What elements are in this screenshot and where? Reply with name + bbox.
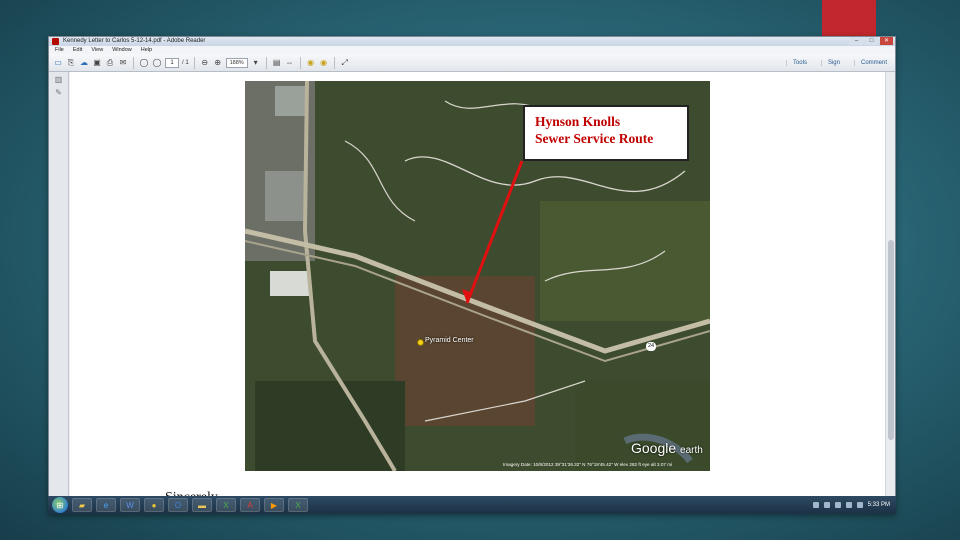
windows-taskbar: ⊞ ▰ e W ● O ▬ X A ▶ X 5:33 PM bbox=[48, 496, 896, 514]
google-earth-logo: Google earth bbox=[631, 440, 703, 456]
tray-icon[interactable] bbox=[812, 502, 819, 508]
accent-tab bbox=[822, 0, 876, 38]
comment-icon[interactable]: ◉ bbox=[306, 58, 316, 68]
toolbar: ▭ ⎘ ☁ ▣ ⎙ ✉ ◯ ◯ 1 / 1 ⊖ ⊕ 188% ▾ ▤ ⇔ ◉ ◉… bbox=[49, 54, 895, 72]
location-pin-icon bbox=[417, 339, 424, 346]
attachment-icon[interactable]: ✎ bbox=[54, 88, 64, 98]
earth-logo-text: earth bbox=[680, 445, 703, 456]
page-number-input[interactable]: 1 bbox=[165, 57, 179, 68]
toolbar-divider bbox=[299, 56, 301, 69]
fit-page-icon[interactable]: ▤ bbox=[272, 58, 282, 68]
adobe-reader-icon bbox=[52, 38, 59, 45]
start-button[interactable]: ⊞ bbox=[52, 497, 68, 513]
tray-icon[interactable] bbox=[823, 502, 830, 508]
fit-width-icon[interactable]: ⇔ bbox=[285, 58, 295, 68]
google-logo-text: Google bbox=[631, 440, 677, 456]
imagery-info: Imagery Date: 10/6/2012 39°31'36.32" N 7… bbox=[503, 462, 673, 467]
toolbar-divider bbox=[193, 56, 195, 69]
menu-view[interactable]: View bbox=[91, 46, 103, 54]
save-icon[interactable]: ▣ bbox=[92, 58, 102, 68]
minimize-button[interactable]: – bbox=[850, 37, 863, 45]
maximize-button[interactable]: □ bbox=[865, 37, 878, 45]
callout-title-line1: Hynson Knolls bbox=[535, 114, 621, 129]
route-callout: Hynson Knolls Sewer Service Route bbox=[523, 105, 689, 161]
word-icon[interactable]: W bbox=[120, 498, 140, 512]
open-icon[interactable]: ▭ bbox=[53, 58, 63, 68]
close-button[interactable]: ✕ bbox=[880, 37, 893, 45]
title-bar: Kennedy Letter to Carlos 5-12-14.pdf - A… bbox=[49, 37, 895, 46]
excel-icon[interactable]: X bbox=[216, 498, 236, 512]
toolbar-divider bbox=[333, 56, 335, 69]
network-icon[interactable] bbox=[845, 502, 852, 508]
zoom-in-icon[interactable]: ⊕ bbox=[213, 58, 223, 68]
acrobat-icon[interactable]: A bbox=[240, 498, 260, 512]
excel-icon-2[interactable]: X bbox=[288, 498, 308, 512]
email-icon[interactable]: ✉ bbox=[118, 58, 128, 68]
menu-help[interactable]: Help bbox=[141, 46, 152, 54]
zoom-select[interactable]: 188% bbox=[225, 57, 248, 68]
system-tray: 5:33 PM bbox=[812, 496, 890, 514]
adobe-reader-window: Kennedy Letter to Carlos 5-12-14.pdf - A… bbox=[48, 36, 896, 514]
document-page[interactable]: Hynson Knolls Sewer Service Route Pyrami… bbox=[70, 72, 885, 513]
explorer-icon[interactable]: ▰ bbox=[72, 498, 92, 512]
next-page-icon[interactable]: ◯ bbox=[152, 58, 162, 68]
tools-button[interactable]: Tools bbox=[785, 60, 807, 66]
satellite-map-image: Hynson Knolls Sewer Service Route Pyrami… bbox=[245, 81, 710, 471]
toolbar-panes: Tools Sign Comment bbox=[785, 54, 887, 72]
zoom-out-icon[interactable]: ⊖ bbox=[200, 58, 210, 68]
chrome-icon[interactable]: ● bbox=[144, 498, 164, 512]
callout-title-line2: Sewer Service Route bbox=[535, 131, 654, 146]
pages-icon[interactable]: ▥ bbox=[54, 75, 64, 85]
page-total: / 1 bbox=[182, 59, 189, 66]
chevron-down-icon[interactable]: ▾ bbox=[251, 58, 261, 68]
window-controls: – □ ✕ bbox=[850, 37, 893, 45]
folder-icon[interactable]: ▬ bbox=[192, 498, 212, 512]
ie-icon[interactable]: e bbox=[96, 498, 116, 512]
print-icon[interactable]: ⎙ bbox=[105, 58, 115, 68]
window-title: Kennedy Letter to Carlos 5-12-14.pdf - A… bbox=[63, 38, 206, 44]
menu-edit[interactable]: Edit bbox=[73, 46, 82, 54]
comment-button[interactable]: Comment bbox=[853, 60, 887, 66]
volume-icon[interactable] bbox=[856, 502, 863, 508]
place-label: Pyramid Center bbox=[425, 337, 474, 344]
highway-shield: 24 bbox=[646, 342, 656, 351]
prev-page-icon[interactable]: ◯ bbox=[139, 58, 149, 68]
outlook-icon[interactable]: O bbox=[168, 498, 188, 512]
navigation-panel: ▥ ✎ bbox=[49, 72, 69, 513]
menu-window[interactable]: Window bbox=[112, 46, 132, 54]
sign-button[interactable]: Sign bbox=[820, 60, 840, 66]
tray-icon[interactable] bbox=[834, 502, 841, 508]
read-mode-icon[interactable]: ⤢ bbox=[340, 58, 350, 68]
toolbar-divider bbox=[133, 56, 134, 69]
media-icon[interactable]: ▶ bbox=[264, 498, 284, 512]
menu-bar: File Edit View Window Help bbox=[49, 46, 895, 54]
menu-file[interactable]: File bbox=[55, 46, 64, 54]
scrollbar-thumb[interactable] bbox=[888, 240, 894, 440]
highlight-icon[interactable]: ◉ bbox=[319, 58, 329, 68]
toolbar-divider bbox=[265, 56, 267, 69]
clock[interactable]: 5:33 PM bbox=[868, 502, 890, 508]
create-pdf-icon[interactable]: ⎘ bbox=[66, 58, 76, 68]
vertical-scrollbar[interactable] bbox=[885, 72, 895, 513]
cloud-icon[interactable]: ☁ bbox=[79, 58, 89, 68]
